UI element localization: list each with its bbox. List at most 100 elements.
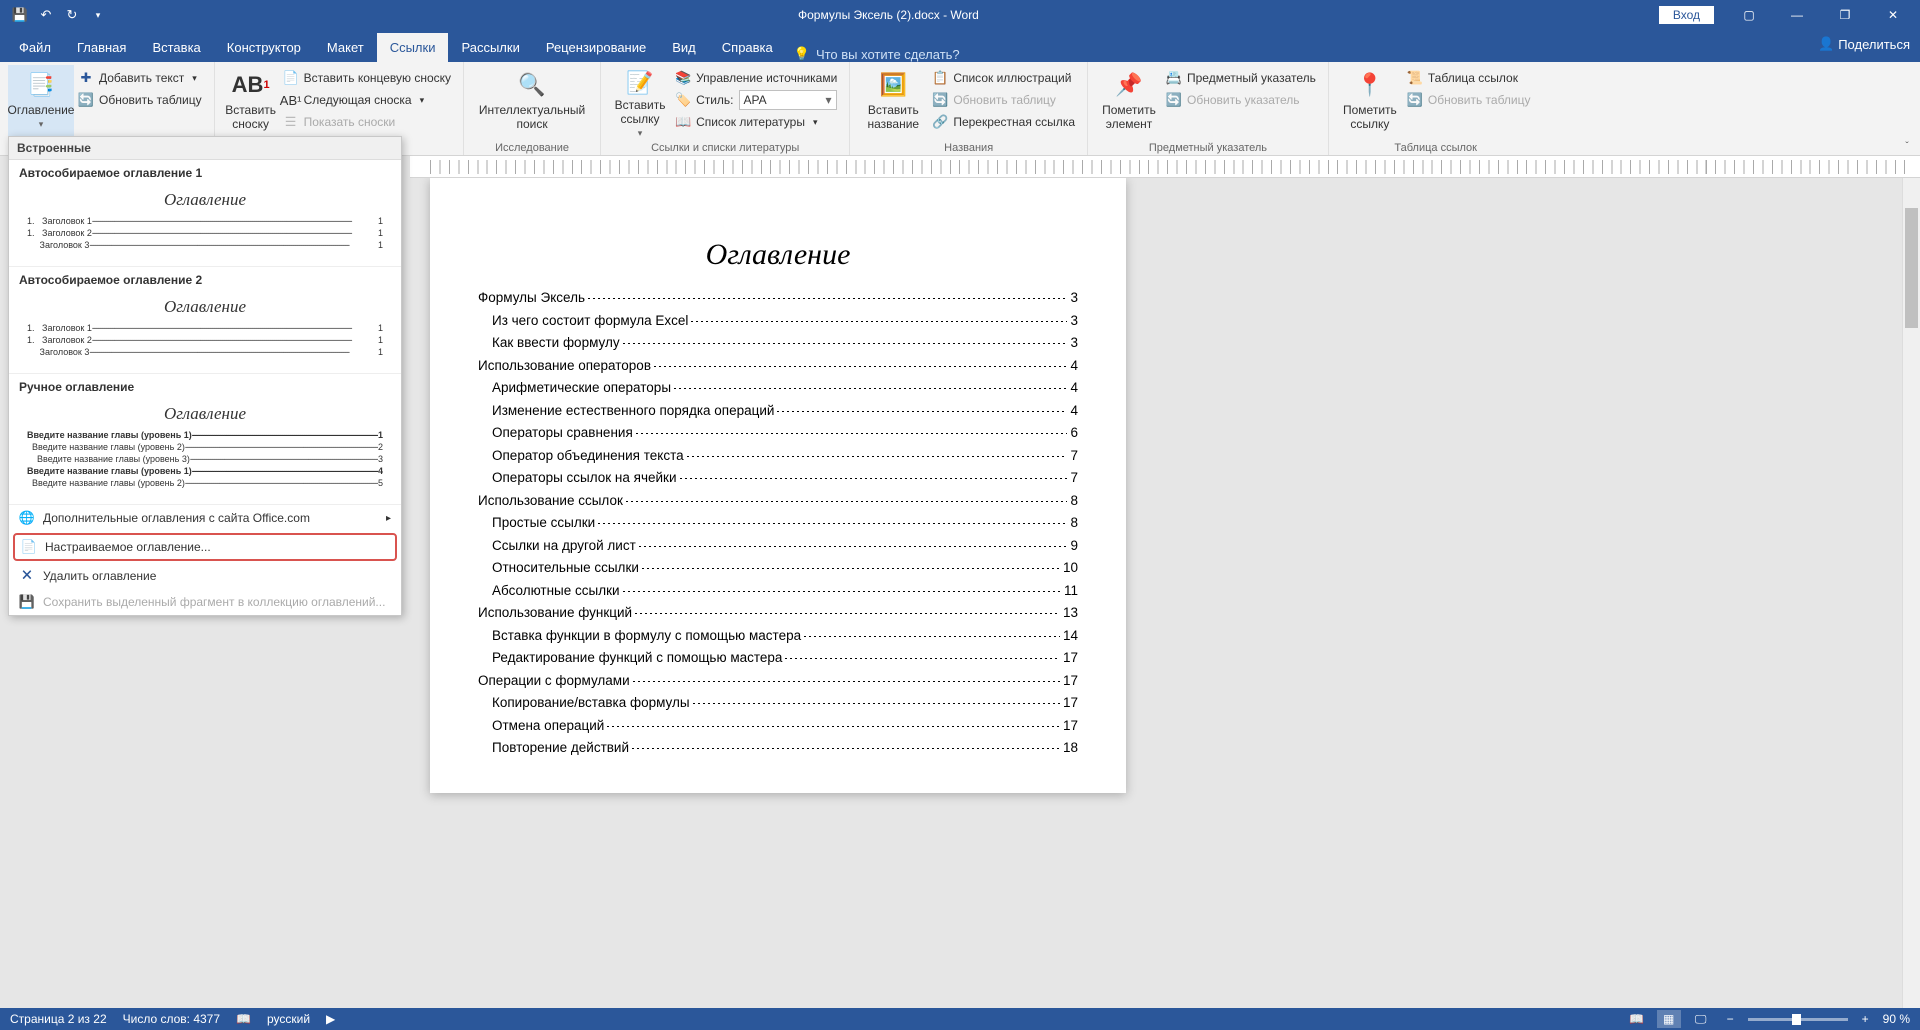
update-toa-button: 🔄Обновить таблицу bbox=[1403, 89, 1535, 111]
toc-entry[interactable]: Изменение естественного порядка операций… bbox=[492, 403, 1078, 418]
macro-icon[interactable]: ▶ bbox=[326, 1012, 335, 1026]
tab-view[interactable]: Вид bbox=[659, 33, 709, 62]
group-toa: 📍 Пометить ссылку 📜Таблица ссылок 🔄Обнов… bbox=[1329, 62, 1543, 155]
group-label: Предметный указатель bbox=[1088, 142, 1328, 154]
document-title: Формулы Эксель (2).docx - Word bbox=[118, 8, 1659, 22]
toc-entry[interactable]: Арифметические операторы 4 bbox=[492, 380, 1078, 395]
insert-toa-button[interactable]: 📜Таблица ссылок bbox=[1403, 67, 1535, 89]
undo-icon[interactable]: ↶ bbox=[34, 3, 58, 27]
word-count[interactable]: Число слов: 4377 bbox=[123, 1012, 220, 1026]
toc-entry[interactable]: Как ввести формулу 3 bbox=[492, 335, 1078, 350]
insert-footnote-button[interactable]: AB1 Вставить сноску bbox=[223, 65, 279, 139]
page-indicator[interactable]: Страница 2 из 22 bbox=[10, 1012, 107, 1026]
zoom-out-icon[interactable]: − bbox=[1721, 1012, 1740, 1026]
share-button[interactable]: 👤 Поделиться bbox=[1818, 36, 1910, 52]
maximize-icon[interactable]: ❐ bbox=[1822, 0, 1868, 30]
lightbulb-icon: 💡 bbox=[794, 46, 810, 62]
tab-design[interactable]: Конструктор bbox=[214, 33, 314, 62]
toc-entry[interactable]: Относительные ссылки 10 bbox=[492, 560, 1078, 575]
tab-review[interactable]: Рецензирование bbox=[533, 33, 659, 62]
toc-entry[interactable]: Абсолютные ссылки 11 bbox=[492, 583, 1078, 598]
web-layout-icon[interactable]: 🖵 bbox=[1689, 1010, 1713, 1028]
toc-entry[interactable]: Отмена операций 17 bbox=[492, 718, 1078, 733]
tab-home[interactable]: Главная bbox=[64, 33, 139, 62]
toc-button-label: Оглавление bbox=[8, 103, 75, 117]
toc-entry[interactable]: Оператор объединения текста 7 bbox=[492, 448, 1078, 463]
cross-reference-button[interactable]: 🔗Перекрестная ссылка bbox=[928, 111, 1079, 133]
print-layout-icon[interactable]: ▦ bbox=[1657, 1010, 1681, 1028]
citation-style[interactable]: 🏷️Стиль:APA bbox=[671, 89, 841, 111]
mark-entry-button[interactable]: 📌 Пометить элемент bbox=[1096, 65, 1162, 139]
toc-entry[interactable]: Повторение действий 18 bbox=[492, 740, 1078, 755]
remove-toc[interactable]: 🗙Удалить оглавление bbox=[9, 563, 401, 589]
smart-lookup-button[interactable]: 🔍 Интеллектуальный поиск bbox=[472, 65, 592, 139]
insert-endnote-button[interactable]: 📄Вставить концевую сноску bbox=[279, 67, 455, 89]
ribbon-tabs: Файл Главная Вставка Конструктор Макет С… bbox=[0, 30, 1920, 62]
add-text-icon: ✚ bbox=[78, 70, 94, 86]
qat-customize-icon[interactable]: ▾ bbox=[86, 3, 110, 27]
update-toc-button[interactable]: 🔄Обновить таблицу bbox=[74, 89, 206, 111]
insert-citation-button[interactable]: 📝 Вставить ссылку ▾ bbox=[609, 65, 671, 139]
page[interactable]: Оглавление Формулы Эксель 3Из чего состо… bbox=[430, 178, 1126, 793]
toc-preset-auto2[interactable]: Автособираемое оглавление 2 Оглавление 1… bbox=[9, 267, 401, 374]
login-button[interactable]: Вход bbox=[1659, 6, 1714, 24]
toc-entry[interactable]: Операторы ссылок на ячейки 7 bbox=[492, 470, 1078, 485]
group-label: Названия bbox=[850, 142, 1087, 154]
minimize-icon[interactable]: — bbox=[1774, 0, 1820, 30]
toc-entry[interactable]: Из чего состоит формула Excel 3 bbox=[492, 313, 1078, 328]
tab-layout[interactable]: Макет bbox=[314, 33, 377, 62]
bibliography-button[interactable]: 📖Список литературы▾ bbox=[671, 111, 841, 133]
manage-sources-button[interactable]: 📚Управление источниками bbox=[671, 67, 841, 89]
toc-preset-auto1[interactable]: Автособираемое оглавление 1 Оглавление 1… bbox=[9, 160, 401, 267]
vertical-scrollbar[interactable] bbox=[1902, 178, 1920, 1008]
insert-index-button[interactable]: 📇Предметный указатель bbox=[1162, 67, 1320, 89]
tell-me-search[interactable]: 💡 Что вы хотите сделать? bbox=[794, 46, 960, 62]
tab-file[interactable]: Файл bbox=[6, 33, 64, 62]
refresh-icon: 🔄 bbox=[1407, 92, 1423, 108]
toc-entry[interactable]: Использование функций 13 bbox=[478, 605, 1078, 620]
tab-references[interactable]: Ссылки bbox=[377, 33, 449, 62]
toc-entry[interactable]: Вставка функции в формулу с помощью маст… bbox=[492, 628, 1078, 643]
tab-mailings[interactable]: Рассылки bbox=[448, 33, 532, 62]
toc-entry[interactable]: Редактирование функций с помощью мастера… bbox=[492, 650, 1078, 665]
next-footnote-button[interactable]: AB¹Следующая сноска▾ bbox=[279, 89, 455, 111]
toc-entry[interactable]: Операторы сравнения 6 bbox=[492, 425, 1078, 440]
mark-citation-button[interactable]: 📍 Пометить ссылку bbox=[1337, 65, 1403, 139]
zoom-slider[interactable] bbox=[1748, 1018, 1848, 1021]
spellcheck-icon[interactable]: 📖 bbox=[236, 1012, 251, 1026]
refresh-icon: 🔄 bbox=[78, 92, 94, 108]
language-indicator[interactable]: русский bbox=[267, 1012, 310, 1026]
toc-button[interactable]: 📑 Оглавление ▾ bbox=[8, 65, 74, 139]
ribbon-mode-icon[interactable]: ▢ bbox=[1726, 0, 1772, 30]
more-toc-office[interactable]: 🌐Дополнительные оглавления с сайта Offic… bbox=[9, 505, 401, 531]
redo-icon[interactable]: ↻ bbox=[60, 3, 84, 27]
toc-entry[interactable]: Копирование/вставка формулы 17 bbox=[492, 695, 1078, 710]
read-mode-icon[interactable]: 📖 bbox=[1625, 1010, 1649, 1028]
index-icon: 📇 bbox=[1166, 70, 1182, 86]
toc-entry[interactable]: Простые ссылки 8 bbox=[492, 515, 1078, 530]
gallery-header-builtin: Встроенные bbox=[9, 137, 401, 160]
save-toc-selection: 💾Сохранить выделенный фрагмент в коллекц… bbox=[9, 589, 401, 615]
insert-caption-label: Вставить название bbox=[858, 103, 928, 131]
tab-insert[interactable]: Вставка bbox=[139, 33, 213, 62]
add-text-button[interactable]: ✚Добавить текст▾ bbox=[74, 67, 206, 89]
style-select[interactable]: APA bbox=[739, 90, 837, 110]
tab-help[interactable]: Справка bbox=[709, 33, 786, 62]
toc-entry[interactable]: Ссылки на другой лист 9 bbox=[492, 538, 1078, 553]
zoom-in-icon[interactable]: + bbox=[1856, 1012, 1875, 1026]
save-icon[interactable]: 💾 bbox=[8, 3, 32, 27]
insert-caption-button[interactable]: 🖼️ Вставить название bbox=[858, 65, 928, 139]
toc-entry[interactable]: Операции с формулами 17 bbox=[478, 673, 1078, 688]
toc-entry[interactable]: Использование ссылок 8 bbox=[478, 493, 1078, 508]
close-icon[interactable]: ✕ bbox=[1870, 0, 1916, 30]
toc-icon: 📑 bbox=[25, 69, 57, 101]
custom-toc[interactable]: 📄Настраиваемое оглавление... bbox=[13, 533, 397, 561]
toc-entry[interactable]: Формулы Эксель 3 bbox=[478, 290, 1078, 305]
zoom-level[interactable]: 90 % bbox=[1883, 1012, 1910, 1026]
list-figures-button[interactable]: 📋Список иллюстраций bbox=[928, 67, 1079, 89]
collapse-ribbon-icon[interactable]: ˇ bbox=[1898, 139, 1916, 153]
toc-preset-manual[interactable]: Ручное оглавление Оглавление Введите наз… bbox=[9, 374, 401, 505]
toc-entry[interactable]: Использование операторов 4 bbox=[478, 358, 1078, 373]
ruler[interactable] bbox=[410, 156, 1920, 178]
update-index-button: 🔄Обновить указатель bbox=[1162, 89, 1320, 111]
